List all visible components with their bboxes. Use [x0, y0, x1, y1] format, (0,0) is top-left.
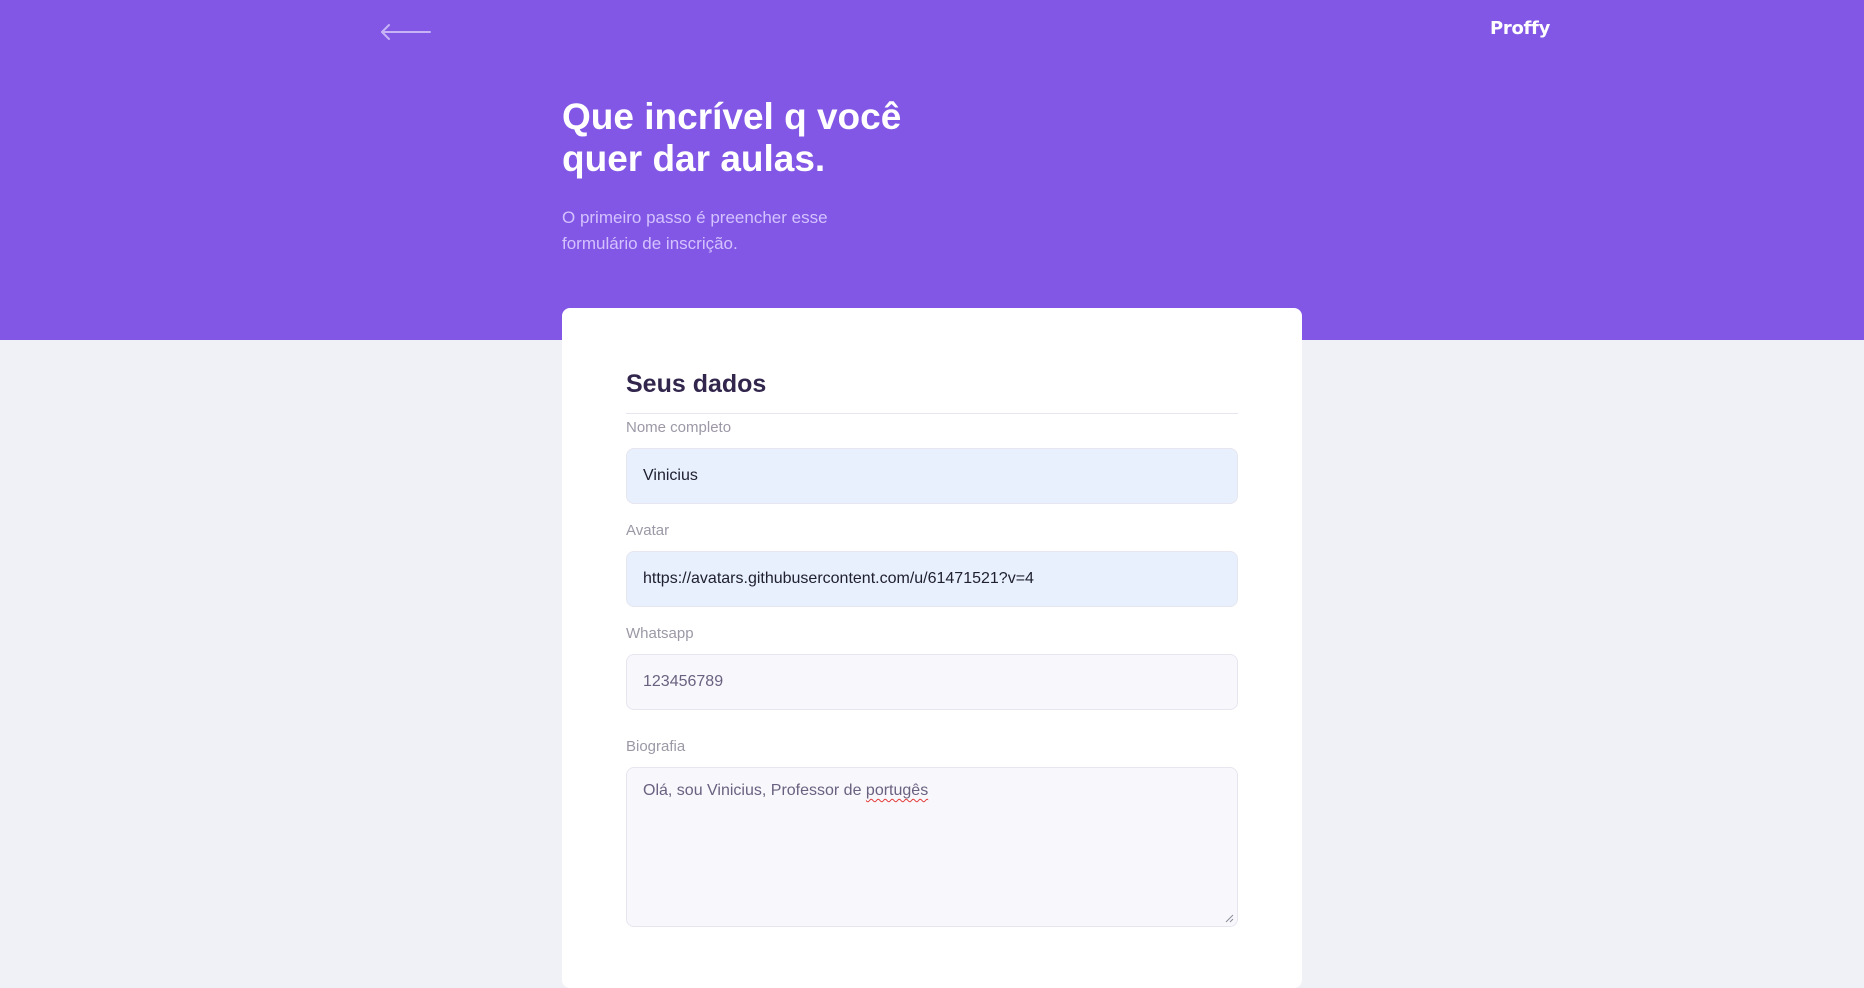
back-button[interactable]: [380, 22, 432, 42]
registration-form: Seus dados Nome completo Avatar Whatsapp…: [562, 308, 1302, 988]
form-section-title: Seus dados: [626, 370, 767, 398]
avatar-input[interactable]: [626, 551, 1238, 607]
arrow-left-icon: [381, 24, 431, 40]
page-title-line1: Que incrível q você: [562, 96, 902, 137]
resize-handle-icon[interactable]: [1224, 913, 1234, 923]
bio-misspelled-word: portugês: [865, 782, 929, 799]
name-label: Nome completo: [626, 419, 732, 436]
page-title-line2: quer dar aulas.: [562, 138, 826, 179]
bio-textarea[interactable]: Olá, sou Vinicius, Professor de portugês: [626, 767, 1238, 927]
section-divider: [626, 413, 1238, 414]
whatsapp-input[interactable]: [626, 654, 1238, 710]
page-title: Que incrível q você quer dar aulas.: [562, 96, 982, 180]
page-description: O primeiro passo é preencher esse formul…: [562, 205, 892, 257]
bio-text: Olá, sou Vinicius, Professor de: [643, 782, 866, 799]
avatar-label: Avatar: [626, 522, 670, 539]
page-header: Proffy Que incrível q você quer dar aula…: [0, 0, 1864, 340]
bio-label: Biografia: [626, 738, 686, 755]
name-input[interactable]: [626, 448, 1238, 504]
page-description-line2: formulário de inscrição.: [562, 234, 738, 253]
page-description-line1: O primeiro passo é preencher esse: [562, 208, 828, 227]
brand-logo: Proffy: [1489, 18, 1550, 39]
whatsapp-label: Whatsapp: [626, 625, 694, 642]
